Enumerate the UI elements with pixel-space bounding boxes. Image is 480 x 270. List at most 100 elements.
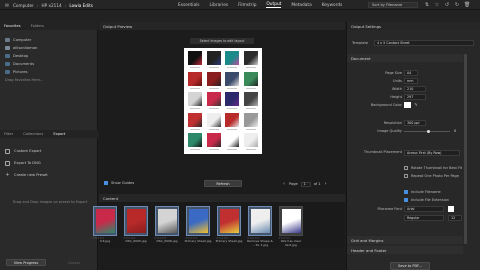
option-label: Include File Extension bbox=[411, 198, 450, 202]
filmstrip-thumbnail[interactable] bbox=[248, 206, 272, 236]
drag-favorites-hint: Drag Favorites Here... bbox=[5, 78, 44, 82]
font-family-dropdown[interactable]: Arial bbox=[404, 206, 444, 212]
workspace-tab-essentials[interactable]: Essentials bbox=[178, 3, 200, 8]
favorite-item-desktop[interactable]: Desktop bbox=[5, 52, 95, 60]
tab-folders[interactable]: Folders bbox=[31, 24, 44, 28]
option-label: Rotate Thumbnail for Best Fit bbox=[411, 166, 463, 170]
workspace-tab-output[interactable]: Output bbox=[266, 2, 282, 8]
show-guides-toggle[interactable]: Show Guides bbox=[104, 181, 134, 185]
export-preset-custom[interactable]: Custom Export bbox=[5, 145, 95, 157]
tab-collections[interactable]: Collections bbox=[23, 132, 43, 136]
tab-export[interactable]: Export bbox=[53, 132, 65, 136]
option-checkbox[interactable] bbox=[404, 174, 408, 178]
template-dropdown[interactable]: 4 x 5 Contact Sheet bbox=[374, 40, 474, 46]
option-checkbox[interactable] bbox=[404, 166, 408, 170]
background-color-swatch[interactable] bbox=[404, 102, 411, 108]
tab-favorites[interactable]: Favorites bbox=[4, 24, 21, 28]
eyedropper-icon[interactable]: ✎ bbox=[413, 102, 419, 108]
filmstrip-thumbnail[interactable] bbox=[217, 206, 241, 236]
favorite-item-pictures[interactable]: Pictures bbox=[5, 68, 95, 76]
option-checkbox[interactable] bbox=[404, 198, 408, 202]
contact-sheet-caption bbox=[227, 67, 237, 68]
setting-input[interactable]: 210 bbox=[404, 86, 426, 92]
setting-input[interactable]: 297 bbox=[404, 94, 426, 100]
export-preset-dng[interactable]: Export To DNG bbox=[5, 157, 95, 169]
setting-input[interactable]: A4 bbox=[404, 70, 418, 76]
star-filter-icon[interactable]: ☆ bbox=[434, 2, 440, 8]
favorite-item-user[interactable]: allisonliaman bbox=[5, 44, 95, 52]
font-style-dropdown[interactable]: Regular bbox=[404, 215, 444, 221]
view-progress-button[interactable]: View Progress bbox=[6, 259, 46, 266]
option-checkbox-row[interactable]: Rotate Thumbnail for Best Fit bbox=[346, 165, 480, 173]
option-checkbox[interactable] bbox=[404, 190, 408, 194]
rotate-left-icon[interactable]: ↺ bbox=[444, 2, 450, 8]
thumbnail-filename: 0.6.jpg bbox=[99, 239, 111, 243]
contact-sheet-thumbnail bbox=[206, 133, 221, 147]
image-quality-slider[interactable] bbox=[404, 130, 450, 133]
workspace-tab-keywords[interactable]: Keywords bbox=[322, 3, 343, 8]
option-checkbox-row[interactable]: Repeat One Photo Per Page bbox=[346, 173, 480, 181]
breadcrumb-item-folder[interactable]: Lowia Edits bbox=[69, 3, 93, 8]
filmstrip-thumbnail[interactable] bbox=[155, 206, 179, 236]
favorite-label: Pictures bbox=[13, 70, 28, 74]
tab-filter[interactable]: Filter bbox=[4, 132, 13, 136]
setting-input[interactable]: 300 ppi bbox=[404, 120, 426, 126]
filmstrip-thumbnail[interactable] bbox=[186, 206, 210, 236]
previous-page-icon[interactable]: ‹ bbox=[282, 181, 286, 187]
setting-label: Width bbox=[391, 87, 402, 91]
workspace-tab-filmstrip[interactable]: Filmstrip bbox=[238, 3, 256, 8]
workspace-tab-metadata[interactable]: Metadata bbox=[291, 3, 311, 8]
setting-label: Image Quality bbox=[377, 129, 402, 133]
thumbnail-image bbox=[251, 209, 270, 233]
content-title: Content bbox=[103, 195, 119, 201]
export-preset-label: Export To DNG bbox=[14, 161, 41, 165]
show-guides-checkbox[interactable] bbox=[104, 181, 108, 185]
header-footer-title: Header and Footer bbox=[351, 247, 387, 253]
rotate-right-icon[interactable]: ↻ bbox=[454, 2, 460, 8]
layout-header-label[interactable]: Select Images to edit layout bbox=[190, 38, 254, 44]
page-number-input[interactable]: 1 bbox=[300, 181, 311, 187]
contact-sheet-preview[interactable] bbox=[184, 48, 262, 154]
favorite-item-computer[interactable]: Computer bbox=[5, 36, 95, 44]
sort-direction-icon[interactable]: ⇅ bbox=[424, 2, 430, 8]
sort-dropdown[interactable]: Sort by Filename bbox=[368, 2, 418, 8]
setting-row: Image Quality 6 bbox=[346, 128, 480, 136]
refresh-button[interactable]: Refresh bbox=[204, 180, 242, 187]
export-preset-label: Custom Export bbox=[14, 149, 42, 153]
filmstrip-thumbnail[interactable] bbox=[279, 206, 303, 236]
document-section-header[interactable]: Document bbox=[347, 54, 463, 62]
setting-row: Background Color ✎ bbox=[346, 102, 480, 110]
setting-input[interactable]: mm bbox=[404, 78, 418, 84]
slider-knob[interactable] bbox=[427, 130, 430, 133]
grid-margins-section-header[interactable]: Grid and Margins bbox=[347, 236, 463, 244]
filmstrip-thumbnail[interactable] bbox=[93, 206, 117, 236]
home-icon bbox=[5, 46, 10, 50]
workspace-tab-libraries[interactable]: Libraries bbox=[210, 3, 229, 8]
save-to-pdf-button[interactable]: Save to PDF... bbox=[390, 262, 430, 270]
thumbnail-filename: Primary Sheet.jpg bbox=[215, 239, 243, 243]
contact-sheet-caption bbox=[208, 128, 219, 130]
contact-sheet-thumbnail bbox=[206, 71, 221, 86]
breadcrumb-item-computer[interactable]: Computer bbox=[13, 3, 34, 8]
create-preset-button[interactable]: + Create new Preset bbox=[5, 169, 95, 181]
delete-icon[interactable]: 🗑 bbox=[464, 2, 470, 8]
font-size-input[interactable]: 12 bbox=[448, 215, 462, 221]
font-color-swatch[interactable] bbox=[448, 206, 454, 212]
next-page-icon[interactable]: › bbox=[324, 181, 328, 187]
option-checkbox-row[interactable]: Include File Extension bbox=[346, 197, 480, 205]
output-settings-title: Output Settings bbox=[351, 23, 381, 29]
favorite-item-documents[interactable]: Documents bbox=[5, 60, 95, 68]
show-guides-label: Show Guides bbox=[111, 181, 135, 185]
thumbnail-filename: Word as clear text.jpg bbox=[280, 239, 302, 247]
breadcrumb-item-drive[interactable]: HP x2114 bbox=[42, 3, 62, 8]
cancel-button[interactable]: Cancel bbox=[56, 259, 92, 266]
option-checkbox-row[interactable]: Include Filename bbox=[346, 189, 480, 197]
contact-sheet-caption bbox=[245, 108, 256, 109]
thumbnail-image bbox=[127, 209, 146, 233]
workspace-tabs: Essentials Libraries Filmstrip Output Me… bbox=[178, 1, 342, 9]
favorite-label: Computer bbox=[13, 38, 32, 42]
sort-label: Sort by Filename bbox=[372, 3, 403, 7]
thumbnail-placement-dropdown[interactable]: Across First (By Row) bbox=[404, 150, 460, 156]
filmstrip-thumbnail[interactable] bbox=[124, 206, 148, 236]
header-footer-section-header[interactable]: Header and Footer bbox=[347, 246, 463, 254]
